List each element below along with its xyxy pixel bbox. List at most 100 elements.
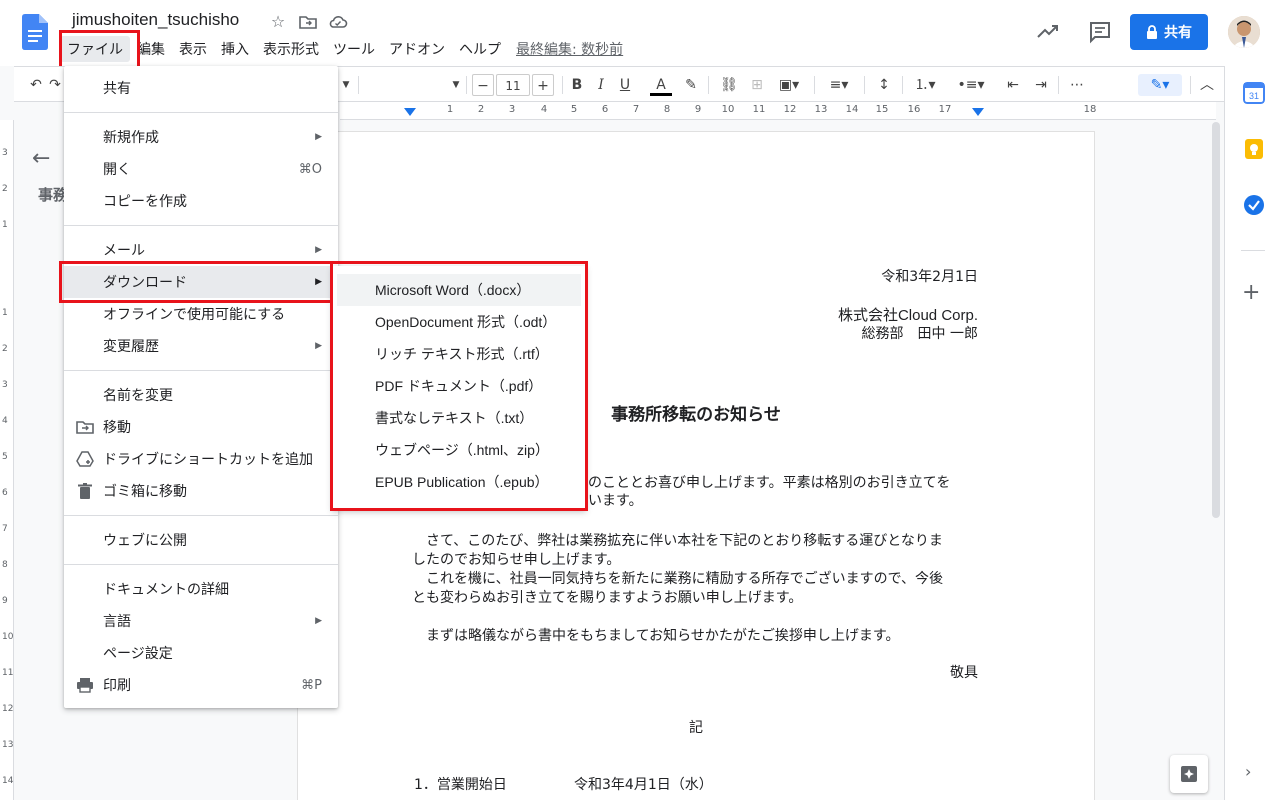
editing-mode-icon[interactable]: ✎▾ xyxy=(1138,74,1182,96)
file-menu-email[interactable]: メール ▶ xyxy=(64,234,338,266)
file-menu-print[interactable]: 印刷 ⌘P xyxy=(64,669,338,701)
menu-addons[interactable]: アドオン xyxy=(382,36,452,62)
file-menu-details[interactable]: ドキュメントの詳細 xyxy=(64,573,338,605)
menu-edit[interactable]: 編集 xyxy=(130,36,172,62)
italic-icon[interactable]: I xyxy=(590,74,612,96)
file-menu-page-setup[interactable]: ページ設定 xyxy=(64,637,338,669)
doc-paragraph1-line2: います。 xyxy=(588,493,643,509)
increase-font-size-button[interactable]: + xyxy=(532,74,554,96)
docs-logo-icon[interactable] xyxy=(22,14,48,50)
vertical-ruler: 3 2 1 1 2 3 4 5 6 7 8 9 10 11 12 13 14 xyxy=(0,120,14,800)
doc-paragraph2-line1: さて、このたび、弊社は業務拡充に伴い本社を下記のとおり移転する運びとなりま xyxy=(426,533,943,549)
avatar[interactable] xyxy=(1228,16,1260,48)
file-menu-trash[interactable]: ゴミ箱に移動 xyxy=(64,475,338,507)
align-icon[interactable]: ≡▾ xyxy=(824,74,854,96)
line-spacing-icon[interactable]: ↕ xyxy=(872,74,896,96)
more-options-icon[interactable]: ⋯ xyxy=(1066,74,1088,96)
numbered-list-icon[interactable]: ⒈▾ xyxy=(910,74,940,96)
doc-closing: 敬具 xyxy=(950,665,978,681)
download-odt[interactable]: OpenDocument 形式（.odt） xyxy=(337,306,581,338)
doc-paragraph1-line1: のこととお喜び申し上げます。平素は格別のお引き立てを xyxy=(588,475,951,491)
submenu-arrow-icon: ▶ xyxy=(315,616,322,626)
file-menu-make-copy[interactable]: コピーを作成 xyxy=(64,185,338,217)
right-indent-marker-icon[interactable] xyxy=(972,108,984,118)
explore-icon xyxy=(1181,766,1197,782)
download-docx[interactable]: Microsoft Word（.docx） xyxy=(337,274,581,306)
back-arrow-icon[interactable]: ← xyxy=(32,146,50,171)
keep-icon[interactable] xyxy=(1243,138,1265,160)
file-menu-share[interactable]: 共有 xyxy=(64,72,338,104)
highlight-color-icon[interactable]: ✎ xyxy=(680,74,702,96)
last-edit-link[interactable]: 最終編集: 数秒前 xyxy=(516,39,623,59)
scrollbar-thumb[interactable] xyxy=(1212,122,1220,518)
undo-icon[interactable]: ↶ xyxy=(24,74,48,96)
menu-bar: ファイル 編集 表示 挿入 表示形式 ツール アドオン ヘルプ 最終編集: 数秒… xyxy=(60,36,623,62)
font-dropdown-arrow-icon[interactable]: ▼ xyxy=(450,74,462,96)
insert-link-icon[interactable]: ⛓ xyxy=(718,74,740,96)
decrease-font-size-button[interactable]: − xyxy=(472,74,494,96)
menu-help[interactable]: ヘルプ xyxy=(452,36,508,62)
decrease-indent-icon[interactable]: ⇤ xyxy=(1002,74,1024,96)
print-icon xyxy=(77,678,93,693)
submenu-arrow-icon: ▶ xyxy=(315,277,322,287)
redo-icon[interactable]: ↷ xyxy=(48,74,62,96)
font-size-input[interactable]: 11 xyxy=(496,74,530,96)
download-rtf[interactable]: リッチ テキスト形式（.rtf） xyxy=(337,338,581,370)
file-menu-new[interactable]: 新規作成 ▶ xyxy=(64,121,338,153)
menu-insert[interactable]: 挿入 xyxy=(214,36,256,62)
file-menu-language[interactable]: 言語 ▶ xyxy=(64,605,338,637)
file-menu-rename[interactable]: 名前を変更 xyxy=(64,379,338,411)
explore-button[interactable] xyxy=(1170,755,1208,793)
left-indent-marker-icon[interactable] xyxy=(404,108,416,118)
menu-format[interactable]: 表示形式 xyxy=(256,36,326,62)
activity-trend-icon[interactable] xyxy=(1034,18,1062,46)
submenu-arrow-icon: ▶ xyxy=(315,132,322,142)
document-title[interactable]: jimushoiten_tsuchisho xyxy=(72,10,239,30)
style-dropdown-arrow-icon[interactable]: ▼ xyxy=(340,74,352,96)
add-addon-icon[interactable]: + xyxy=(1242,280,1260,305)
download-epub[interactable]: EPUB Publication（.epub） xyxy=(337,466,581,498)
file-menu-publish[interactable]: ウェブに公開 xyxy=(64,524,338,556)
doc-paragraph2-line4: とも変わらぬお引き立てを賜りますようお願い申し上げます。 xyxy=(412,590,803,606)
expand-panel-icon[interactable]: › xyxy=(1245,762,1251,781)
insert-image-icon[interactable]: ▣▾ xyxy=(774,74,804,96)
cloud-status-icon[interactable] xyxy=(328,12,348,32)
doc-date: 令和3年2月1日 xyxy=(881,269,978,285)
comment-history-icon[interactable] xyxy=(1086,18,1114,46)
download-pdf[interactable]: PDF ドキュメント（.pdf） xyxy=(337,370,581,402)
download-html[interactable]: ウェブページ（.html、zip） xyxy=(337,434,581,466)
calendar-icon[interactable]: 31 xyxy=(1243,82,1265,104)
bulleted-list-icon[interactable]: •≡▾ xyxy=(956,74,986,96)
menu-file[interactable]: ファイル xyxy=(60,36,130,62)
lock-icon xyxy=(1147,25,1157,39)
file-menu-offline[interactable]: オフラインで使用可能にする xyxy=(64,298,338,330)
tasks-icon[interactable] xyxy=(1243,194,1265,216)
doc-item1-value: 令和3年4月1日（水） xyxy=(574,777,713,793)
doc-company: 株式会社Cloud Corp. xyxy=(837,307,978,324)
menu-view[interactable]: 表示 xyxy=(172,36,214,62)
trash-icon xyxy=(78,483,92,499)
svg-text:31: 31 xyxy=(1249,91,1259,101)
doc-paragraph2-line3: これを機に、社員一同気持ちを新たに業務に精励する所存でございますので、今後 xyxy=(426,571,944,587)
file-menu-version-history[interactable]: 変更履歴 ▶ xyxy=(64,330,338,362)
download-txt[interactable]: 書式なしテキスト（.txt） xyxy=(337,402,581,434)
file-menu-move[interactable]: 移動 xyxy=(64,411,338,443)
horizontal-ruler: 1 2 3 4 5 6 7 8 9 10 11 12 13 14 15 16 1… xyxy=(340,102,1216,120)
move-folder-icon[interactable] xyxy=(298,12,318,32)
file-menu-add-shortcut[interactable]: ドライブにショートカットを追加 xyxy=(64,443,338,475)
bold-icon[interactable]: B xyxy=(566,74,588,96)
share-button[interactable]: 共有 xyxy=(1130,14,1208,50)
text-color-icon[interactable]: A xyxy=(650,74,672,96)
file-menu-open[interactable]: 開く ⌘O xyxy=(64,153,338,185)
submenu-arrow-icon: ▶ xyxy=(315,341,322,351)
doc-sender: 総務部 田中 一郎 xyxy=(861,326,978,342)
increase-indent-icon[interactable]: ⇥ xyxy=(1030,74,1052,96)
underline-icon[interactable]: U xyxy=(614,74,636,96)
top-bar: jimushoiten_tsuchisho ☆ ファイル 編集 表示 挿入 表示… xyxy=(0,0,1280,66)
star-icon[interactable]: ☆ xyxy=(268,12,288,32)
collapse-toolbar-icon[interactable]: ︿ xyxy=(1196,74,1218,96)
doc-paragraph2-line2: したのでお知らせ申し上げます。 xyxy=(412,552,621,568)
file-menu-download[interactable]: ダウンロード ▶ xyxy=(64,266,338,298)
menu-tools[interactable]: ツール xyxy=(326,36,382,62)
document-scrollbar[interactable] xyxy=(1210,120,1222,520)
